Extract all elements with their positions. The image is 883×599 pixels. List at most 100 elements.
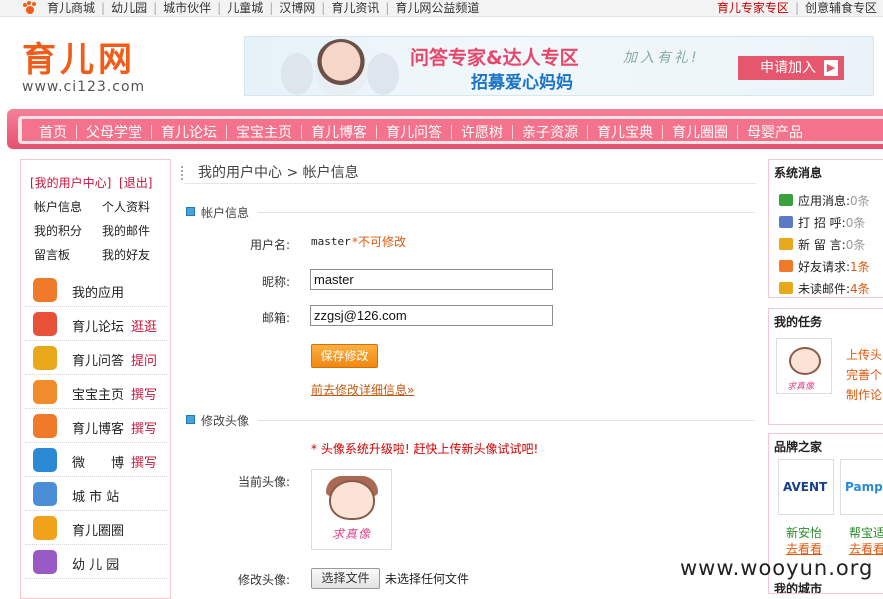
message-label: 好友请求: — [798, 260, 851, 274]
brand-pampers-logo[interactable]: Pampers — [840, 459, 883, 515]
message-row[interactable]: 未读邮件:4条 — [779, 280, 870, 297]
save-button[interactable]: 保存修改 — [311, 344, 378, 368]
email-label: 邮箱: — [262, 311, 291, 325]
task-link[interactable]: 完善个 — [846, 366, 882, 383]
top-bar: 育儿商城 | 幼儿园 | 城市伙伴 | 儿童城 | 汉博网 | 育儿资讯 | 育儿网公益频道 育儿专家专… — [0, 0, 883, 17]
top-link[interactable]: 儿童城 — [227, 1, 263, 15]
system-messages-title: 系统消息 — [774, 166, 823, 180]
arrow-right-icon: ▶ — [824, 60, 838, 76]
nav-item[interactable]: 育儿宝典 — [588, 122, 662, 144]
app-item[interactable]: 育儿论坛 逛逛 — [25, 307, 167, 341]
user-center-link[interactable]: [我的用户中心] — [30, 176, 111, 190]
nickname-input[interactable]: master — [310, 269, 553, 290]
section-icon — [186, 207, 195, 216]
task-avatar-image: 求真像 — [776, 338, 832, 394]
section-icon — [186, 415, 195, 424]
logout-link[interactable]: [退出] — [119, 176, 152, 190]
food-zone-link[interactable]: 创意辅食专区 — [805, 1, 877, 15]
app-item[interactable]: 育儿问答 提问 — [25, 341, 167, 375]
sidebar-item-mail[interactable]: 我的邮件 — [102, 222, 150, 239]
message-row[interactable]: 应用消息:0条 — [779, 192, 870, 209]
top-link[interactable]: 汉博网 — [279, 1, 315, 15]
join-button[interactable]: 申请加入 ▶ — [738, 56, 844, 80]
app-action-link[interactable]: 提问 — [131, 350, 157, 369]
nav-item[interactable]: 许愿树 — [452, 122, 512, 144]
app-action-link[interactable]: 撰写 — [131, 384, 157, 403]
avatar-section-header: 修改头像 — [186, 412, 756, 428]
top-link[interactable]: 育儿资讯 — [331, 1, 379, 15]
app-item[interactable]: 育儿博客 撰写 — [25, 409, 167, 443]
nav-item-home[interactable]: 首页 — [30, 122, 76, 144]
sidebar-item-guestbook[interactable]: 留言板 — [34, 246, 70, 263]
email-input[interactable]: zzgsj@126.com — [310, 305, 553, 326]
sidebar-item-account[interactable]: 帐户信息 — [34, 198, 82, 215]
message-row[interactable]: 新 留 言:0条 — [779, 236, 865, 253]
site-logo[interactable]: 育儿网 www.ci123.com — [22, 32, 162, 98]
nav-item[interactable]: 父母学堂 — [77, 122, 151, 144]
message-label: 应用消息: — [798, 194, 851, 208]
sidebar-header: [我的用户中心] [退出] — [30, 174, 152, 191]
logo-name: 育儿网 — [22, 40, 136, 80]
brand-avent-logo[interactable]: AVENT — [778, 459, 834, 515]
expert-banner[interactable]: 问答专家&达人专区 招募爱心妈妈 加入有礼! 申请加入 ▶ — [244, 36, 874, 96]
account-section-header: 帐户信息 — [186, 204, 756, 220]
expert-zone-link[interactable]: 育儿专家专区 — [717, 1, 789, 15]
app-item[interactable]: 微 博撰写 — [25, 443, 167, 477]
message-icon — [779, 194, 793, 206]
sidebar-item-points[interactable]: 我的积分 — [34, 222, 82, 239]
top-link[interactable]: 城市伙伴 — [163, 1, 211, 15]
top-link[interactable]: 幼儿园 — [111, 1, 147, 15]
app-item[interactable]: 幼 儿 园 — [25, 545, 167, 579]
message-row[interactable]: 打 招 呼:0条 — [779, 214, 865, 231]
breadcrumb-text: 我的用户中心 > 帐户信息 — [198, 165, 359, 181]
change-avatar-label: 修改头像: — [238, 573, 291, 587]
app-action-link[interactable]: 逛逛 — [131, 316, 157, 335]
brand-link[interactable]: 去看看 — [849, 540, 883, 557]
nav-item[interactable]: 育儿问答 — [377, 122, 451, 144]
top-link[interactable]: 育儿网公益频道 — [395, 1, 479, 15]
message-row[interactable]: 好友请求:1条 — [779, 258, 870, 275]
nav-item[interactable]: 育儿圈圈 — [663, 122, 737, 144]
top-link[interactable]: 育儿商城 — [47, 1, 95, 15]
message-count: 4条 — [850, 282, 870, 296]
task-link[interactable]: 制作论 — [846, 386, 882, 403]
app-item[interactable]: 城 市 站 — [25, 477, 167, 511]
app-action-link[interactable]: 撰写 — [131, 452, 157, 471]
username-label: 用户名: — [250, 238, 291, 252]
banner-slogan: 加入有礼! — [623, 50, 700, 66]
brand-link[interactable]: 去看看 — [786, 540, 822, 557]
current-avatar-image: 求真像 — [311, 469, 392, 550]
app-name: 育儿博客 — [72, 422, 125, 437]
app-item[interactable]: 育儿圈圈 — [25, 511, 167, 545]
message-icon — [779, 282, 793, 294]
app-icon — [33, 414, 57, 438]
no-file-text: 未选择任何文件 — [385, 572, 470, 586]
my-tasks-box: 我的任务 求真像 上传头 完善个 制作论 — [768, 308, 883, 425]
banner-subtitle: 招募爱心妈妈 — [471, 73, 573, 93]
message-label: 打 招 呼: — [798, 216, 846, 230]
app-item[interactable]: 我的应用 — [25, 273, 167, 307]
app-icon — [33, 380, 57, 404]
message-icon — [779, 260, 793, 272]
nav-item[interactable]: 亲子资源 — [513, 122, 587, 144]
edit-details-link[interactable]: 前去修改详细信息» — [311, 381, 414, 398]
nav-item[interactable]: 母婴产品 — [738, 122, 812, 144]
sidebar-item-friends[interactable]: 我的好友 — [102, 246, 150, 263]
app-action-link[interactable]: 撰写 — [131, 418, 157, 437]
nav-item[interactable]: 宝宝主页 — [227, 122, 301, 144]
task-link[interactable]: 上传头 — [846, 346, 882, 363]
message-count: 0条 — [845, 238, 866, 252]
banner-title: 问答专家&达人专区 — [410, 47, 579, 69]
section-title: 修改头像 — [201, 414, 250, 428]
nav-item[interactable]: 育儿博客 — [302, 122, 376, 144]
top-links: 育儿商城 | 幼儿园 | 城市伙伴 | 儿童城 | 汉博网 | 育儿资讯 | 育儿网公益频道 — [47, 1, 480, 15]
sidebar-item-profile[interactable]: 个人资料 — [102, 198, 150, 215]
nav-item[interactable]: 育儿论坛 — [152, 122, 226, 144]
breadcrumb: 我的用户中心 > 帐户信息 — [181, 162, 756, 184]
banner-person-image — [281, 53, 313, 95]
app-name: 我的应用 — [72, 286, 125, 301]
choose-file-button[interactable]: 选择文件 — [311, 568, 380, 589]
app-item[interactable]: 宝宝主页 撰写 — [25, 375, 167, 409]
app-icon — [33, 448, 57, 472]
brand-name: 新安怡 — [786, 526, 823, 540]
